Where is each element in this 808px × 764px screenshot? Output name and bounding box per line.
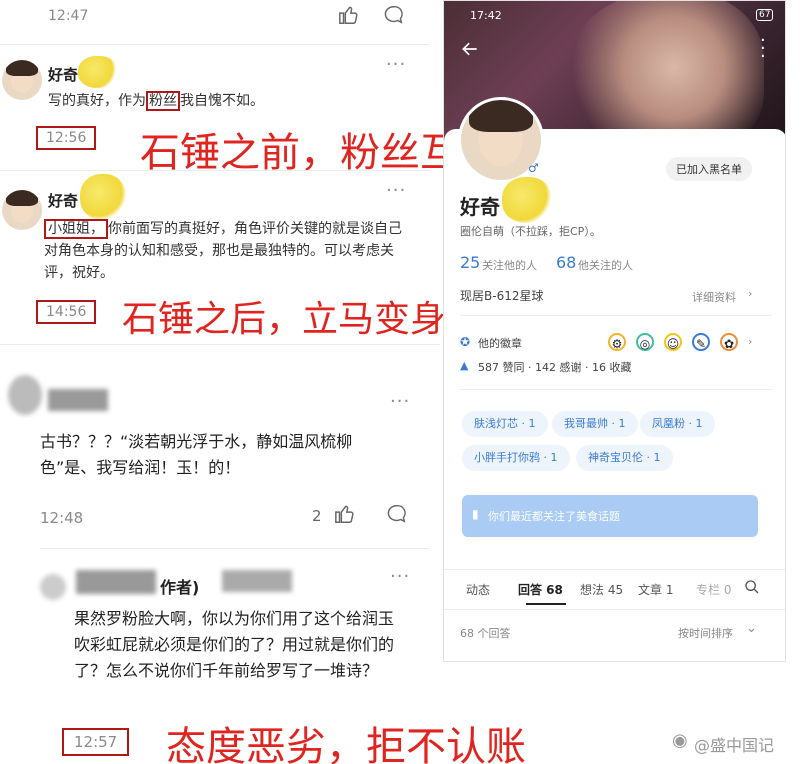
badge-5-icon[interactable]: ✿: [720, 333, 738, 351]
weibo-logo-icon: ◉: [672, 730, 688, 751]
thumb-up-icon[interactable]: [334, 503, 356, 529]
tab-columns[interactable]: 专栏 0: [696, 581, 731, 598]
highlight-xiaojiejie: 小姐姐，: [44, 219, 108, 239]
tag-pill[interactable]: 肤浅灯芯 · 1: [462, 411, 548, 437]
details-link[interactable]: 详细资料: [692, 289, 736, 305]
comment-card-3: ··· 古书？？？“淡若朝光浮于水，静如温风梳柳色”是、我写给润！玉！的！ 12…: [0, 344, 440, 544]
blacklist-button[interactable]: 已加入黑名单: [666, 157, 752, 181]
active-tab-indicator: [526, 603, 566, 605]
tag-pill[interactable]: 凤凰粉 · 1: [640, 411, 715, 437]
blurred-name-patch: [502, 177, 552, 223]
tag-pill[interactable]: 我哥最帅 · 1: [552, 411, 638, 437]
username[interactable]: 好奇: [48, 190, 78, 211]
following-count[interactable]: 68: [556, 253, 576, 272]
chevron-down-icon[interactable]: ⌄: [746, 621, 757, 636]
profile-username: 好奇: [460, 195, 500, 219]
blurred-extra: [222, 570, 292, 592]
back-arrow-icon[interactable]: [460, 39, 480, 63]
search-icon[interactable]: [744, 579, 760, 599]
comment-text: 果然罗粉脸大啊，你以为你们用了这个给润玉吹彩虹屁就必须是你们的了？用过就是你们的…: [74, 609, 395, 680]
avatar[interactable]: [2, 60, 42, 100]
comment-text: 小姐姐， 你前面写的真挺好，角色评价关键的就是谈自己对角色本身的认知和感受，那也是…: [44, 219, 402, 281]
stats: 587 赞同 · 142 感谢 · 16 收藏: [478, 361, 632, 374]
upvote-icon: ▲: [460, 359, 469, 372]
battery-indicator: 67: [756, 9, 774, 21]
comment-time: 12:56: [36, 126, 97, 150]
tag-pill[interactable]: 神奇宝贝伦 · 1: [576, 445, 673, 471]
answers-count: 68 个回答: [460, 627, 511, 640]
avatar[interactable]: [2, 190, 42, 230]
tab-activity[interactable]: 动态: [466, 581, 490, 598]
status-time: 17:42: [470, 9, 502, 22]
comment-text: 写的真好，作为 粉丝 我自愧不如。: [48, 91, 264, 111]
more-icon[interactable]: · · ·: [760, 32, 766, 66]
comment-time: 12:48: [40, 509, 84, 527]
blurred-avatar-patch: [78, 56, 118, 88]
blurred-avatar-patch: [80, 174, 126, 220]
male-icon: ♂: [528, 161, 539, 175]
comment-text: 古书？？？“淡若朝光浮于水，静如温风梳柳色”是、我写给润！玉！的！: [40, 432, 353, 477]
more-options-button[interactable]: ···: [390, 566, 410, 587]
profile-screen: 17:42 67 · · · 已加入黑名单 ♂ 好奇 圈伦自萌（不拉踩，拒CP）。 …: [443, 0, 786, 662]
chevron-right-icon[interactable]: ›: [748, 335, 752, 348]
badge-icon: ✪: [460, 335, 471, 349]
blurred-avatar: [40, 574, 66, 600]
comment-icon[interactable]: [383, 4, 405, 30]
username[interactable]: 好奇: [48, 64, 78, 85]
author-tag: 作者): [160, 578, 200, 597]
badges-label: 他的徽章: [478, 337, 522, 350]
top-comment-strip: 12:47: [0, 0, 430, 40]
tab-answers[interactable]: 回答 68: [518, 581, 563, 598]
badge-4-icon[interactable]: ✎: [692, 333, 710, 351]
comment-time: 12:47: [48, 8, 89, 24]
followers-count[interactable]: 25: [460, 253, 480, 272]
more-options-button[interactable]: ···: [386, 180, 406, 201]
sort-dropdown[interactable]: 按时间排序: [678, 625, 733, 641]
comment-time: 12:57: [62, 728, 130, 756]
more-options-button[interactable]: ···: [386, 54, 406, 75]
topic-banner[interactable]: ▮ 你们最近都关注了美食话题: [462, 495, 758, 537]
comment-icon[interactable]: [386, 503, 408, 529]
comment-time: 14:56: [36, 300, 97, 324]
blurred-username: [48, 389, 108, 411]
badge-1-icon[interactable]: ⚙: [608, 333, 626, 351]
bookmark-icon: ▮: [472, 507, 479, 521]
chevron-right-icon[interactable]: ›: [748, 287, 752, 300]
highlight-fans: 粉丝: [146, 91, 180, 111]
like-count: 2: [312, 507, 322, 525]
badge-3-icon[interactable]: ☺: [664, 333, 682, 351]
more-options-button[interactable]: ···: [390, 391, 410, 412]
location: 现居B-612星球: [460, 289, 544, 303]
annotation-denial: 态度恶劣，拒不认账: [166, 724, 526, 764]
following-label[interactable]: 他关注的人: [578, 257, 633, 273]
tab-thoughts[interactable]: 想法 45: [580, 581, 623, 598]
bio: 圈伦自萌（不拉踩，拒CP）。: [460, 225, 601, 238]
thumb-up-icon[interactable]: [338, 4, 360, 30]
tag-pill[interactable]: 小胖手打你鸦 · 1: [462, 445, 570, 471]
topic-banner-text: 你们最近都关注了美食话题: [488, 510, 620, 523]
blurred-username: [76, 570, 156, 594]
blurred-avatar: [8, 375, 42, 415]
badge-2-icon[interactable]: ◎: [636, 333, 654, 351]
followers-label[interactable]: 关注他的人: [482, 257, 537, 273]
watermark: @盛中国记: [694, 736, 775, 755]
tab-articles[interactable]: 文章 1: [638, 581, 673, 598]
